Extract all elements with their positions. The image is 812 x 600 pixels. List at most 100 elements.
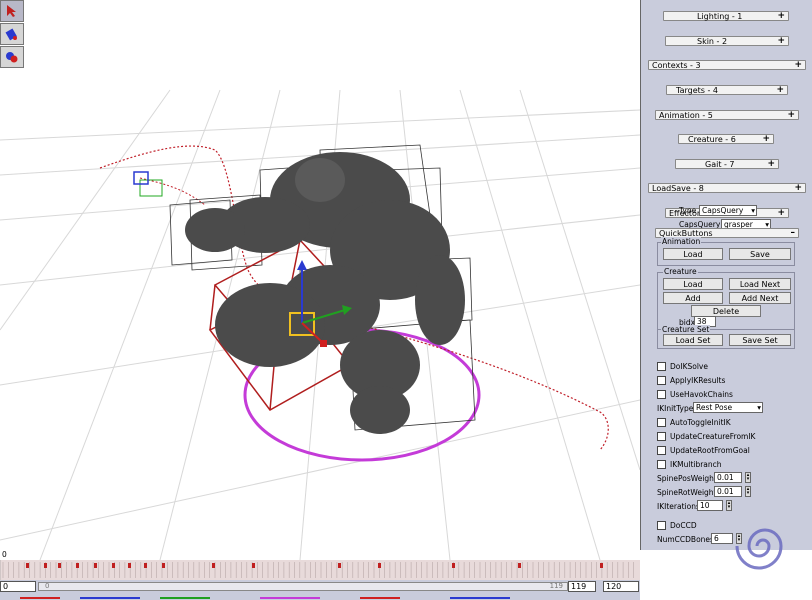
update-root-from-goal-checkbox[interactable]: UpdateRootFromGoal: [657, 446, 750, 455]
control-panel: Lighting - 1 + Skin - 2 + Contexts - 3 + Ta…: [640, 0, 812, 550]
creature-add-button[interactable]: Add: [663, 292, 723, 304]
num-ccd-bones-label: NumCCDBones: [657, 535, 714, 544]
ik-iterations-input[interactable]: 10: [697, 500, 723, 511]
creature-add-next-button[interactable]: Add Next: [729, 292, 791, 304]
do-ik-solve-checkbox[interactable]: DoIKSolve: [657, 362, 708, 371]
keyframe-marker[interactable]: [76, 563, 79, 568]
rollout-label: Creature - 6: [688, 134, 736, 144]
button-label: Delete: [712, 306, 740, 316]
timeline-start-input[interactable]: 0: [0, 581, 36, 592]
save-set-button[interactable]: Save Set: [729, 334, 791, 346]
ik-init-type-value: Rest Pose: [696, 403, 733, 412]
status-strip: [0, 596, 640, 600]
ik-init-type-select[interactable]: Rest Pose ▾: [693, 402, 763, 413]
keyframe-marker[interactable]: [212, 563, 215, 568]
ruler-end-label: 119: [549, 582, 563, 590]
rollout-creature[interactable]: Creature - 6 +: [678, 134, 774, 144]
spine-rot-weight-input[interactable]: 0.01: [714, 486, 742, 497]
type-value: CapsQuery: [702, 206, 744, 215]
rollout-lighting[interactable]: Lighting - 1 +: [663, 11, 789, 21]
button-label: Add Next: [741, 293, 779, 303]
select-tool-button[interactable]: [0, 0, 24, 22]
keyframe-marker[interactable]: [162, 563, 165, 568]
creature-set-group-label: Creature Set: [661, 325, 711, 334]
ik-init-type-label: IKInitType: [657, 404, 694, 413]
rollout-gait[interactable]: Gait - 7 +: [675, 159, 779, 169]
timeline-start-value: 0: [3, 582, 9, 591]
type-select[interactable]: CapsQuery ▾: [699, 205, 757, 216]
checkbox-box: [657, 446, 666, 455]
checkbox-box: [657, 418, 666, 427]
timeline-top-frame: 0: [2, 550, 7, 559]
update-creature-from-ik-checkbox[interactable]: UpdateCreatureFromIK: [657, 432, 755, 441]
keyframe-marker[interactable]: [26, 563, 29, 568]
spine-pos-weight-spinner[interactable]: ▴ ▾: [745, 472, 751, 483]
rollout-loadsave[interactable]: LoadSave - 8 +: [648, 183, 806, 193]
rollout-animation[interactable]: Animation - 5 +: [655, 110, 799, 120]
rollout-contexts[interactable]: Contexts - 3 +: [648, 60, 806, 70]
checkbox-label: DoCCD: [670, 521, 697, 530]
keyframe-marker[interactable]: [144, 563, 147, 568]
keyframe-marker[interactable]: [44, 563, 47, 568]
keyframe-marker[interactable]: [378, 563, 381, 568]
rollout-label: Animation - 5: [659, 110, 713, 120]
button-label: Load: [683, 249, 703, 259]
button-label: Save Set: [742, 335, 778, 345]
paint-tool-button[interactable]: [0, 46, 24, 68]
button-label: Load: [683, 279, 703, 289]
type-label: Type: [679, 206, 697, 215]
keyframe-marker[interactable]: [338, 563, 341, 568]
rollout-targets[interactable]: Targets - 4 +: [666, 85, 788, 95]
checkbox-label: UpdateCreatureFromIK: [670, 432, 756, 441]
apply-ik-results-checkbox[interactable]: ApplyIKResults: [657, 376, 725, 385]
collapse-icon: –: [790, 228, 796, 238]
creature-model[interactable]: [185, 152, 465, 434]
keyframe-marker[interactable]: [94, 563, 97, 568]
ruler-start-label: 0: [45, 582, 50, 590]
keyframe-marker[interactable]: [112, 563, 115, 568]
paint-bucket-button[interactable]: [0, 23, 24, 45]
auto-toggle-init-ik-checkbox[interactable]: AutoToggleInitIK: [657, 418, 731, 427]
paint-bucket-icon: [5, 28, 17, 41]
creature-load-button[interactable]: Load: [663, 278, 723, 290]
spine-pos-weight-input[interactable]: 0.01: [714, 472, 742, 483]
creature-load-next-button[interactable]: Load Next: [729, 278, 791, 290]
expand-icon: +: [777, 208, 785, 218]
ik-iterations-label: IKIterations: [657, 502, 700, 511]
3d-viewport[interactable]: [0, 0, 640, 560]
animation-save-button[interactable]: Save: [729, 248, 791, 260]
load-set-button[interactable]: Load Set: [663, 334, 723, 346]
toolbar: [0, 0, 26, 69]
do-ccd-checkbox[interactable]: DoCCD: [657, 521, 697, 530]
expand-icon: +: [777, 11, 785, 21]
dropdown-arrow-icon: ▾: [757, 403, 761, 412]
current-frame-input[interactable]: 119: [568, 581, 596, 592]
timeline-scrubber[interactable]: 0 119: [38, 582, 568, 591]
expand-icon: +: [776, 85, 784, 95]
spine-rot-weight-value: 0.01: [717, 487, 734, 496]
rollout-skin[interactable]: Skin - 2 +: [665, 36, 789, 46]
checkbox-box: [657, 432, 666, 441]
expand-icon: +: [794, 183, 802, 193]
checkbox-label: AutoToggleInitIK: [670, 418, 731, 427]
animation-load-button[interactable]: Load: [663, 248, 723, 260]
keyframe-marker[interactable]: [58, 563, 61, 568]
keyframe-marker[interactable]: [518, 563, 521, 568]
end-frame-input[interactable]: 120: [603, 581, 639, 592]
rollout-label: Lighting - 1: [697, 11, 743, 21]
timeline-track[interactable]: [0, 560, 640, 580]
checkbox-box: [657, 460, 666, 469]
ik-multibranch-checkbox[interactable]: IKMultibranch: [657, 460, 722, 469]
button-label: Load Set: [675, 335, 711, 345]
rollout-label: Skin - 2: [697, 36, 728, 46]
keyframe-marker[interactable]: [600, 563, 603, 568]
keyframe-marker[interactable]: [252, 563, 255, 568]
target-cube[interactable]: [133, 171, 163, 197]
spine-rot-weight-spinner[interactable]: ▴ ▾: [745, 486, 751, 497]
ik-iterations-spinner[interactable]: ▴ ▾: [726, 500, 732, 511]
spine-rot-weight-label: SpineRotWeight: [657, 488, 717, 497]
select-arrow-icon: [7, 5, 16, 17]
use-havok-chains-checkbox[interactable]: UseHavokChains: [657, 390, 733, 399]
keyframe-marker[interactable]: [452, 563, 455, 568]
keyframe-marker[interactable]: [128, 563, 131, 568]
